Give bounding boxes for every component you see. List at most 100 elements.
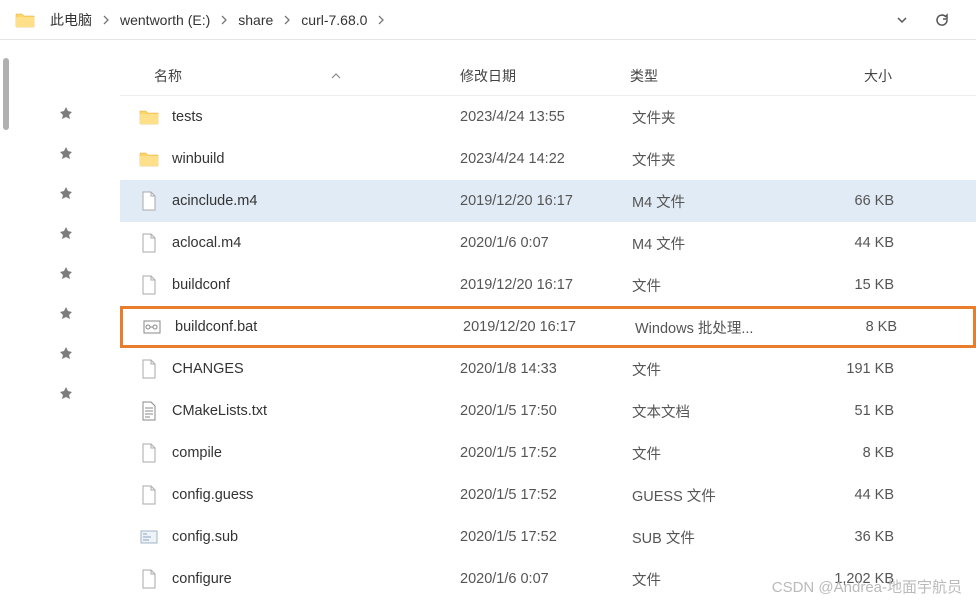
file-type: M4 文件: [632, 191, 812, 212]
pin-icon[interactable]: [57, 384, 75, 402]
file-icon: [138, 358, 160, 380]
table-row[interactable]: winbuild2023/4/24 14:22文件夹: [120, 138, 976, 180]
file-type: 文件夹: [632, 149, 812, 170]
pin-icon[interactable]: [57, 304, 75, 322]
file-list: tests2023/4/24 13:55文件夹winbuild2023/4/24…: [120, 96, 976, 600]
pin-icon[interactable]: [57, 184, 75, 202]
file-type: SUB 文件: [632, 527, 812, 548]
pin-icon[interactable]: [57, 224, 75, 242]
file-size: 44 KB: [812, 487, 912, 503]
chevron-right-icon: [277, 15, 297, 25]
table-row[interactable]: acinclude.m42019/12/20 16:17M4 文件66 KB: [120, 180, 976, 222]
table-row[interactable]: CMakeLists.txt2020/1/5 17:50文本文档51 KB: [120, 390, 976, 432]
file-date: 2020/1/6 0:07: [460, 571, 632, 587]
file-name: buildconf.bat: [175, 319, 463, 335]
address-bar: 此电脑 wentworth (E:)share curl-7.68.0: [0, 0, 976, 40]
file-type: Windows 批处理...: [635, 317, 815, 338]
pin-icon[interactable]: [57, 344, 75, 362]
file-size: 191 KB: [812, 361, 912, 377]
file-date: 2019/12/20 16:17: [460, 193, 632, 209]
file-date: 2023/4/24 14:22: [460, 151, 632, 167]
table-row[interactable]: aclocal.m42020/1/6 0:07M4 文件44 KB: [120, 222, 976, 264]
file-name: buildconf: [172, 277, 460, 293]
breadcrumb-item[interactable]: wentworth (E:): [116, 12, 234, 28]
header-date[interactable]: 修改日期: [460, 66, 630, 86]
file-list-area: 名称 修改日期 类型 大小 tests2023/4/24 13:55文件夹win…: [120, 40, 976, 607]
refresh-icon[interactable]: [932, 10, 952, 30]
header-type[interactable]: 类型: [630, 66, 810, 86]
file-icon: [138, 274, 160, 296]
breadcrumb: 此电脑 wentworth (E:)share curl-7.68.0: [46, 10, 892, 30]
nav-actions: [892, 10, 968, 30]
file-size: 8 KB: [815, 319, 915, 335]
header-size[interactable]: 大小: [810, 66, 910, 86]
chevron-right-icon: [371, 15, 391, 25]
pin-icon[interactable]: [57, 264, 75, 282]
sort-ascending-icon: [330, 71, 342, 81]
table-row[interactable]: tests2023/4/24 13:55文件夹: [120, 96, 976, 138]
file-size: 66 KB: [812, 193, 912, 209]
file-name: tests: [172, 109, 460, 125]
folder-icon: [14, 11, 36, 29]
header-name[interactable]: 名称: [120, 66, 460, 86]
file-size: 8 KB: [812, 445, 912, 461]
file-date: 2020/1/5 17:52: [460, 529, 632, 545]
file-date: 2020/1/5 17:50: [460, 403, 632, 419]
file-name: config.sub: [172, 529, 460, 545]
sidebar: [0, 40, 120, 607]
file-type: 文本文档: [632, 401, 812, 422]
file-name: compile: [172, 445, 460, 461]
table-row[interactable]: compile2020/1/5 17:52文件8 KB: [120, 432, 976, 474]
pin-icon[interactable]: [57, 144, 75, 162]
table-row[interactable]: configure2020/1/6 0:07文件1,202 KB: [120, 558, 976, 600]
breadcrumb-item[interactable]: 此电脑: [46, 10, 116, 30]
scrollbar-thumb[interactable]: [3, 58, 9, 130]
folder-icon: [138, 148, 160, 170]
table-row[interactable]: config.sub2020/1/5 17:52SUB 文件36 KB: [120, 516, 976, 558]
main-content: 名称 修改日期 类型 大小 tests2023/4/24 13:55文件夹win…: [0, 40, 976, 607]
column-headers: 名称 修改日期 类型 大小: [120, 56, 976, 96]
breadcrumb-item[interactable]: share: [234, 12, 297, 28]
file-name: acinclude.m4: [172, 193, 460, 209]
quick-access-pins: [12, 40, 120, 607]
file-icon: [138, 232, 160, 254]
bat-icon: [141, 316, 163, 338]
scrollbar-track[interactable]: [0, 40, 12, 607]
file-date: 2020/1/5 17:52: [460, 487, 632, 503]
file-type: 文件夹: [632, 107, 812, 128]
breadcrumb-label: 此电脑: [46, 10, 96, 30]
chevron-right-icon: [214, 15, 234, 25]
file-date: 2020/1/8 14:33: [460, 361, 632, 377]
text-icon: [138, 400, 160, 422]
file-name: configure: [172, 571, 460, 587]
table-row[interactable]: config.guess2020/1/5 17:52GUESS 文件44 KB: [120, 474, 976, 516]
folder-icon: [138, 106, 160, 128]
file-icon: [138, 442, 160, 464]
file-name: aclocal.m4: [172, 235, 460, 251]
file-date: 2019/12/20 16:17: [463, 319, 635, 335]
breadcrumb-label: share: [234, 12, 277, 28]
dropdown-icon[interactable]: [892, 10, 912, 30]
file-size: 36 KB: [812, 529, 912, 545]
table-row[interactable]: CHANGES2020/1/8 14:33文件191 KB: [120, 348, 976, 390]
file-date: 2023/4/24 13:55: [460, 109, 632, 125]
breadcrumb-item[interactable]: curl-7.68.0: [297, 12, 391, 28]
file-type: M4 文件: [632, 233, 812, 254]
table-row[interactable]: buildconf2019/12/20 16:17文件15 KB: [120, 264, 976, 306]
file-type: 文件: [632, 275, 812, 296]
file-name: CMakeLists.txt: [172, 403, 460, 419]
file-type: GUESS 文件: [632, 485, 812, 506]
chevron-right-icon: [96, 15, 116, 25]
file-date: 2020/1/5 17:52: [460, 445, 632, 461]
file-size: 1,202 KB: [812, 571, 912, 587]
file-icon: [138, 484, 160, 506]
sub-icon: [138, 526, 160, 548]
table-row[interactable]: buildconf.bat2019/12/20 16:17Windows 批处理…: [120, 306, 976, 348]
pin-icon[interactable]: [57, 104, 75, 122]
file-icon: [138, 190, 160, 212]
file-size: 15 KB: [812, 277, 912, 293]
file-type: 文件: [632, 359, 812, 380]
file-date: 2020/1/6 0:07: [460, 235, 632, 251]
file-date: 2019/12/20 16:17: [460, 277, 632, 293]
file-size: 51 KB: [812, 403, 912, 419]
